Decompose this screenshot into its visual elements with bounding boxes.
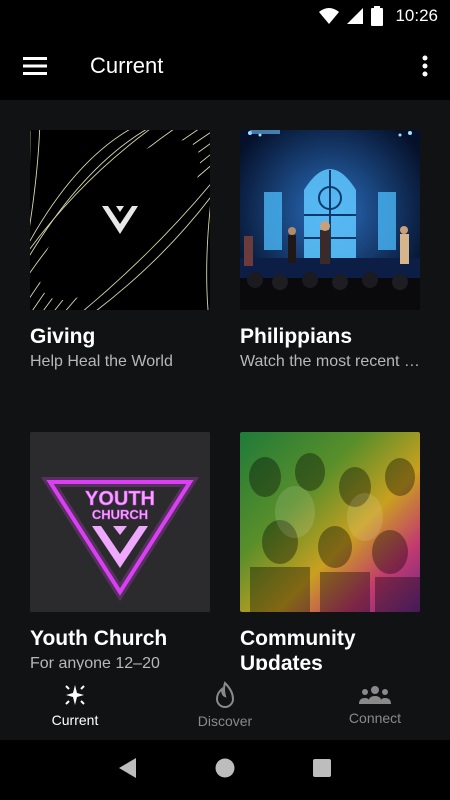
back-button[interactable] bbox=[118, 757, 138, 784]
overflow-menu-button[interactable] bbox=[400, 32, 450, 100]
sparkle-icon bbox=[65, 685, 85, 705]
nav-connect[interactable]: Connect bbox=[300, 670, 450, 740]
card-subtitle: Watch the most recent message bbox=[240, 353, 420, 370]
community-updates-image bbox=[240, 432, 420, 612]
menu-button[interactable] bbox=[0, 32, 70, 100]
card-title: Giving bbox=[30, 325, 96, 348]
card-philippians[interactable]: Philippians Watch the most recent messag… bbox=[240, 130, 420, 371]
card-youth-church[interactable]: YOUTH CHURCH Youth Church For anyone 12–… bbox=[30, 432, 210, 670]
content-feed: Giving Help Heal the World Philippians W… bbox=[0, 100, 450, 670]
philippians-image bbox=[240, 130, 420, 310]
nav-label: Connect bbox=[348, 710, 402, 726]
status-bar: 10:26 bbox=[0, 0, 450, 32]
group-icon bbox=[359, 686, 391, 704]
giving-image bbox=[30, 130, 210, 310]
flame-icon bbox=[215, 681, 235, 708]
recents-button[interactable] bbox=[312, 758, 332, 783]
card-subtitle: Help Heal the World bbox=[30, 353, 173, 370]
youth-logo-line2: CHURCH bbox=[92, 507, 148, 522]
nav-label: Current bbox=[51, 712, 99, 728]
nav-current[interactable]: Current bbox=[0, 670, 150, 740]
battery-icon bbox=[371, 6, 384, 26]
nav-discover[interactable]: Discover bbox=[150, 670, 300, 740]
home-button[interactable] bbox=[214, 757, 236, 784]
card-giving[interactable]: Giving Help Heal the World bbox=[30, 130, 210, 371]
bottom-navigation: Current Discover Connect bbox=[0, 670, 450, 740]
wifi-icon bbox=[319, 8, 340, 24]
system-navigation-bar bbox=[0, 740, 450, 800]
more-vert-icon bbox=[422, 55, 428, 77]
card-title: Youth Church bbox=[30, 627, 168, 650]
card-title: Community Updates bbox=[240, 627, 356, 670]
home-circle-icon bbox=[215, 758, 235, 777]
card-subtitle: For anyone 12–20 bbox=[30, 655, 160, 670]
nav-label: Discover bbox=[197, 713, 253, 729]
page-title: Current bbox=[90, 53, 164, 78]
youth-church-image: YOUTH CHURCH bbox=[30, 432, 210, 612]
status-time: 10:26 bbox=[395, 6, 438, 25]
signal-icon bbox=[347, 8, 364, 24]
recents-square-icon bbox=[313, 758, 331, 777]
card-title: Philippians bbox=[240, 325, 353, 348]
app-bar: Current bbox=[0, 32, 450, 100]
hamburger-icon bbox=[23, 57, 47, 75]
back-triangle-icon bbox=[119, 757, 136, 778]
card-community-updates[interactable]: Community Updates bbox=[240, 432, 420, 670]
